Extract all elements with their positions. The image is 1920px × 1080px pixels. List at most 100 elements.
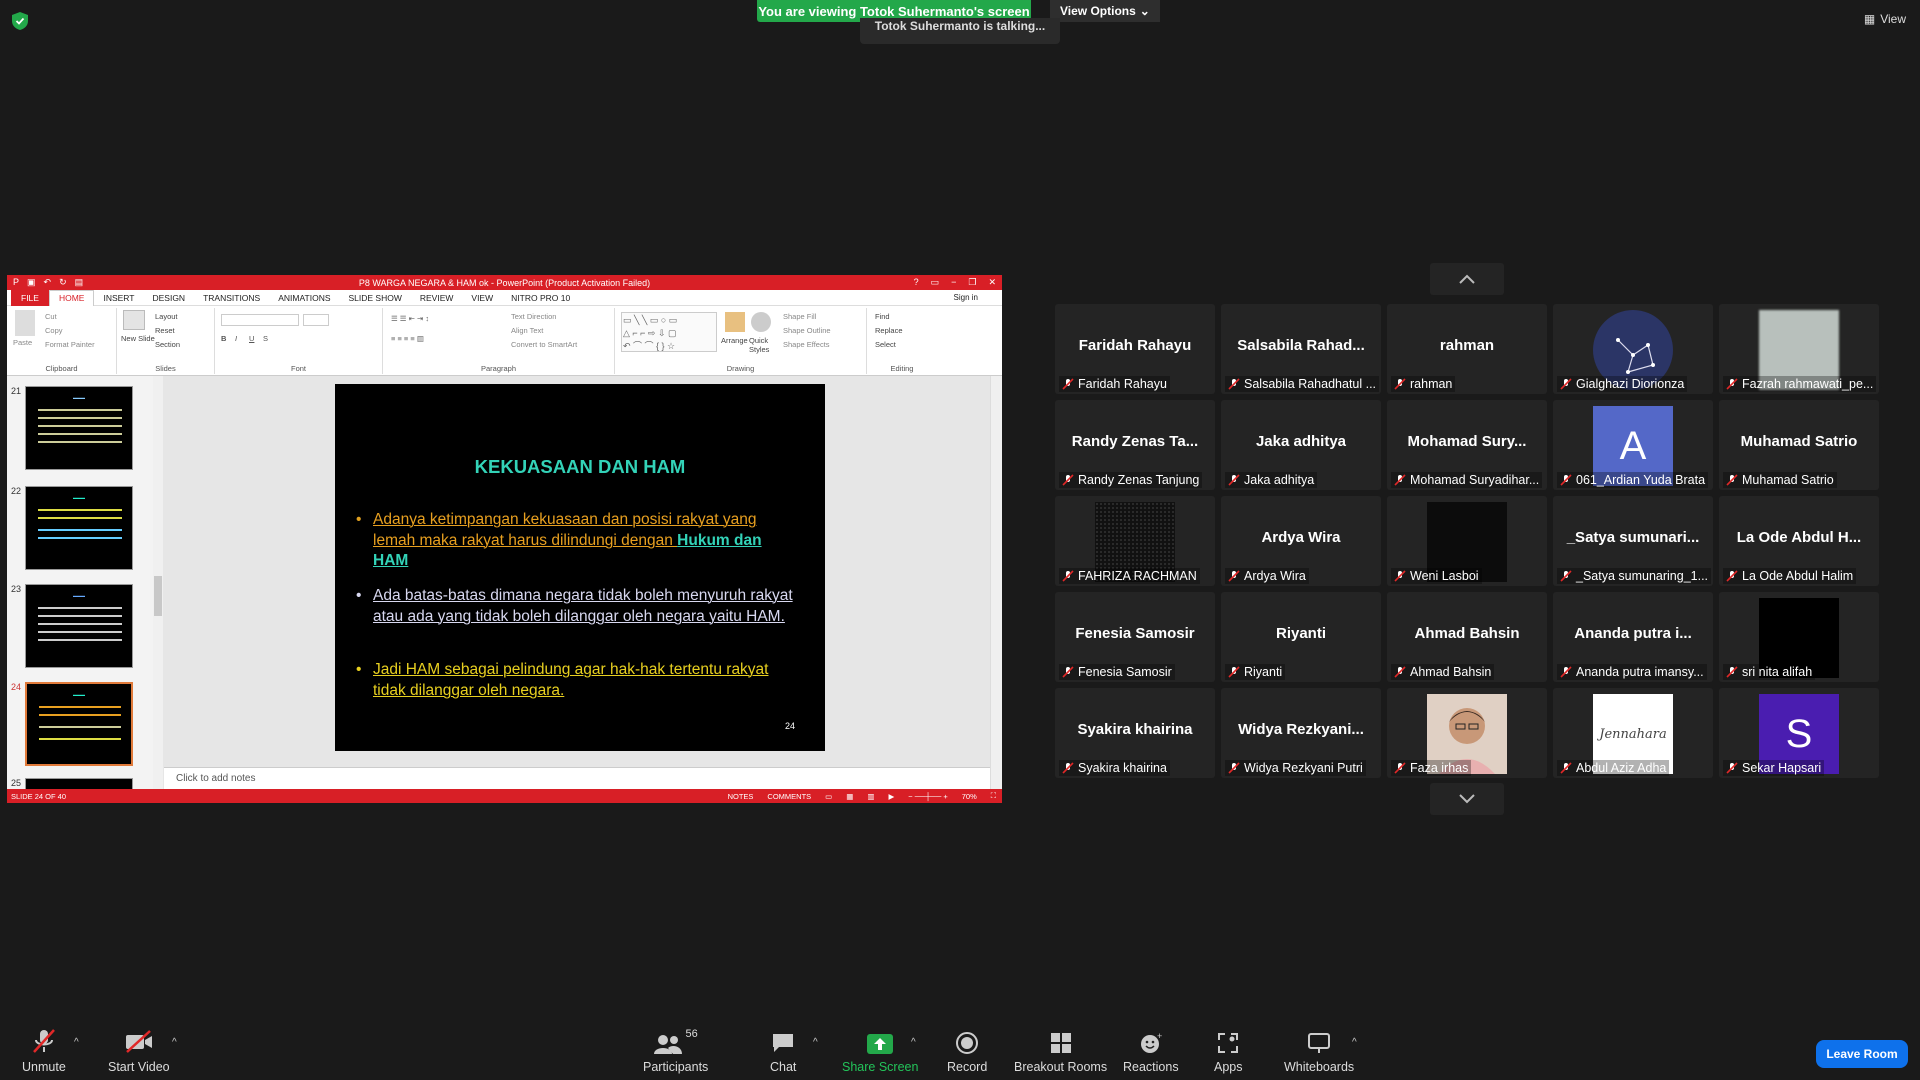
quick-styles-icon[interactable] xyxy=(751,312,771,332)
tab-nitro[interactable]: NITRO PRO 10 xyxy=(502,293,579,303)
participant-tile[interactable]: Jaka adhitya Jaka adhitya xyxy=(1221,400,1381,490)
participant-tile[interactable]: Ardya Wira Ardya Wira xyxy=(1221,496,1381,586)
slide-editing-area[interactable]: KEKUASAAN DAN HAM • Adanya ketimpangan ke… xyxy=(164,376,990,767)
participant-tile[interactable]: FAHRIZA RACHMAN xyxy=(1055,496,1215,586)
shadow-button[interactable]: S xyxy=(263,334,268,343)
whiteboards-button[interactable]: Whiteboards xyxy=(1284,1028,1354,1074)
new-slide-button[interactable]: New Slide xyxy=(121,334,155,343)
font-size-select[interactable] xyxy=(303,314,329,326)
paste-icon[interactable] xyxy=(15,310,35,336)
tab-insert[interactable]: INSERT xyxy=(94,293,143,303)
bullets-icon[interactable]: ☰ ☰ ⇤ ⇥ ↕ xyxy=(391,314,429,323)
shape-outline-button[interactable]: Shape Outline xyxy=(783,326,831,335)
notes-pane[interactable]: Click to add notes xyxy=(164,767,990,789)
slide-thumbnail-24-selected[interactable]: ▬▬▬ xyxy=(25,682,133,766)
new-slide-icon[interactable] xyxy=(123,310,145,330)
participants-button[interactable]: 56 Participants xyxy=(643,1028,708,1074)
participant-tile[interactable]: Muhamad Satrio Muhamad Satrio xyxy=(1719,400,1879,490)
current-slide[interactable]: KEKUASAAN DAN HAM • Adanya ketimpangan ke… xyxy=(335,384,825,751)
participant-tile[interactable]: Weni Lasboi xyxy=(1387,496,1547,586)
font-family-select[interactable] xyxy=(221,314,299,326)
participant-tile[interactable]: _Satya sumunari... _Satya sumunaring_1... xyxy=(1553,496,1713,586)
slideshow-icon[interactable]: ▤ xyxy=(75,277,84,288)
participant-tile[interactable]: sri nita alifah xyxy=(1719,592,1879,682)
reading-view-icon[interactable]: ▥ xyxy=(867,792,874,801)
arrange-icon[interactable] xyxy=(725,312,745,332)
ribbon-display-icon[interactable]: ▭ xyxy=(931,277,940,288)
participant-tile[interactable]: La Ode Abdul H... La Ode Abdul Halim xyxy=(1719,496,1879,586)
view-options-button[interactable]: View Options ⌄ xyxy=(1050,0,1160,22)
convert-smartart-button[interactable]: Convert to SmartArt xyxy=(511,340,577,349)
zoom-level[interactable]: 70% xyxy=(962,792,977,801)
slide-thumbnails-pane[interactable]: 21 ▬▬▬ 22 ▬▬▬ 23 ▬▬▬ 24 ▬▬▬ 25 xyxy=(7,376,163,792)
notes-button[interactable]: NOTES xyxy=(728,792,754,801)
zoom-slider[interactable]: − ──┼── + xyxy=(908,792,948,801)
tab-view[interactable]: VIEW xyxy=(462,293,502,303)
arrange-button[interactable]: Arrange xyxy=(721,336,748,345)
shapes-gallery[interactable]: ▭ ╲ ╲ ▭ ○ ▭ △ ⌐ ⌐ ⇨ ⇩ ▢ ↶ ⌒ ⌒ { } ☆ xyxy=(621,312,717,352)
breakout-rooms-button[interactable]: Breakout Rooms xyxy=(1014,1028,1107,1074)
close-icon[interactable]: ✕ xyxy=(988,277,996,288)
participant-tile[interactable]: A 061_Ardian Yuda Brata xyxy=(1553,400,1713,490)
restore-icon[interactable]: ❐ xyxy=(968,277,976,288)
participant-tile[interactable]: Ananda putra i... Ananda putra imansy... xyxy=(1553,592,1713,682)
slideshow-view-icon[interactable]: ▶ xyxy=(888,792,894,801)
sorter-view-icon[interactable]: ▦ xyxy=(846,792,853,801)
fit-slide-icon[interactable]: ⛶ xyxy=(991,791,996,801)
participant-tile[interactable]: Riyanti Riyanti xyxy=(1221,592,1381,682)
sign-in-link[interactable]: Sign in xyxy=(954,293,978,302)
participant-tile[interactable]: Syakira khairina Syakira khairina xyxy=(1055,688,1215,778)
layout-button[interactable]: Layout xyxy=(155,312,178,321)
view-button[interactable]: ▦ View xyxy=(1864,12,1906,26)
bold-button[interactable]: B xyxy=(221,334,226,343)
minimize-icon[interactable]: − xyxy=(951,277,956,288)
gallery-next-button[interactable] xyxy=(1430,783,1504,815)
record-button[interactable]: Record xyxy=(947,1028,987,1074)
normal-view-icon[interactable]: ▭ xyxy=(825,792,832,801)
tab-review[interactable]: REVIEW xyxy=(411,293,463,303)
tab-design[interactable]: DESIGN xyxy=(143,293,194,303)
text-direction-button[interactable]: Text Direction xyxy=(511,312,556,321)
participant-tile[interactable]: rahman rahman xyxy=(1387,304,1547,394)
security-shield-icon[interactable] xyxy=(12,12,28,30)
participant-tile[interactable]: Ahmad Bahsin Ahmad Bahsin xyxy=(1387,592,1547,682)
chat-button[interactable]: Chat xyxy=(770,1028,796,1074)
scrollbar-thumb[interactable] xyxy=(154,576,162,616)
video-options-caret[interactable]: ^ xyxy=(172,1037,177,1048)
slide-thumbnail-21[interactable]: ▬▬▬ xyxy=(25,386,133,470)
underline-button[interactable]: U xyxy=(249,334,254,343)
gallery-prev-button[interactable] xyxy=(1430,263,1504,295)
save-icon[interactable]: ▣ xyxy=(27,277,36,288)
tab-file[interactable]: FILE xyxy=(11,289,49,306)
tab-slide-show[interactable]: SLIDE SHOW xyxy=(340,293,411,303)
section-button[interactable]: Section xyxy=(155,340,180,349)
shape-effects-button[interactable]: Shape Effects xyxy=(783,340,830,349)
audio-options-caret[interactable]: ^ xyxy=(74,1037,79,1048)
participant-tile[interactable]: Jennahara Abdul Aziz Adha xyxy=(1553,688,1713,778)
thumbnails-scrollbar[interactable] xyxy=(153,376,163,789)
italic-button[interactable]: I xyxy=(235,334,237,343)
quick-styles-button[interactable]: Quick Styles xyxy=(749,336,773,354)
participant-tile[interactable]: Fenesia Samosir Fenesia Samosir xyxy=(1055,592,1215,682)
tab-transitions[interactable]: TRANSITIONS xyxy=(194,293,269,303)
participant-tile[interactable]: Salsabila Rahad... Salsabila Rahadhatul .… xyxy=(1221,304,1381,394)
reset-button[interactable]: Reset xyxy=(155,326,175,335)
cut-button[interactable]: Cut xyxy=(45,312,57,321)
slide-scrollbar[interactable] xyxy=(990,376,1002,789)
replace-button[interactable]: Replace xyxy=(875,326,903,335)
participant-tile[interactable]: Faridah Rahayu Faridah Rahayu xyxy=(1055,304,1215,394)
participant-tile[interactable]: Gialghazi Diorionza xyxy=(1553,304,1713,394)
leave-room-button[interactable]: Leave Room xyxy=(1816,1040,1908,1068)
participant-tile[interactable]: Fazrah rahmawati_pe... xyxy=(1719,304,1879,394)
redo-icon[interactable]: ↻ xyxy=(59,277,67,288)
shared-powerpoint-window[interactable]: P ▣ ↶ ↻ ▤ P8 WARGA NEGARA & HAM ok - PowerPo… xyxy=(7,275,1002,803)
find-button[interactable]: Find xyxy=(875,312,890,321)
shape-fill-button[interactable]: Shape Fill xyxy=(783,312,816,321)
tab-animations[interactable]: ANIMATIONS xyxy=(269,293,339,303)
slide-thumbnail-22[interactable]: ▬▬▬ xyxy=(25,486,133,570)
paste-button[interactable]: Paste xyxy=(13,338,32,347)
copy-button[interactable]: Copy xyxy=(45,326,63,335)
participant-tile[interactable]: S Sekar Hapsari xyxy=(1719,688,1879,778)
reactions-button[interactable]: + Reactions xyxy=(1123,1028,1179,1074)
format-painter-button[interactable]: Format Painter xyxy=(45,340,95,349)
